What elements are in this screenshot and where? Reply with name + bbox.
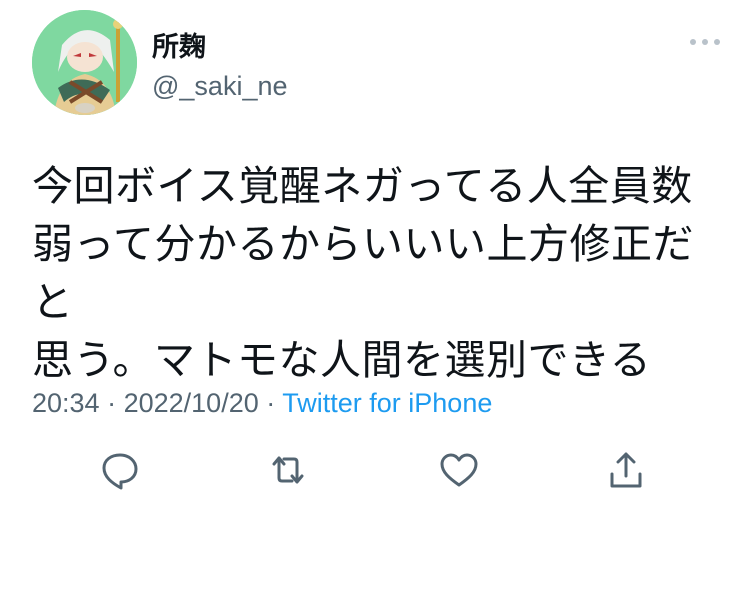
- reply-button[interactable]: [98, 448, 142, 492]
- tweet-time[interactable]: 20:34: [32, 388, 100, 418]
- more-options-icon[interactable]: [688, 34, 722, 50]
- action-bar: [0, 448, 750, 498]
- reply-icon: [102, 453, 138, 490]
- retweet-button[interactable]: [266, 448, 310, 492]
- tweet-metadata: 20:34 · 2022/10/20 · Twitter for iPhone: [32, 386, 492, 420]
- meta-separator: ·: [266, 388, 283, 418]
- display-name[interactable]: 所麹: [152, 32, 206, 64]
- tweet-header: 所麹 @_saki_ne: [32, 10, 722, 115]
- tweet-date[interactable]: 2022/10/20: [124, 388, 259, 418]
- tweet-text: 今回ボイス覚醒ネガってる人全員数 弱って分かるからいいい上方修正だと 思う。マト…: [32, 162, 694, 384]
- share-icon: [610, 452, 642, 488]
- tweet-card: 所麹 @_saki_ne 今回ボイス覚醒ネガってる人全員数 弱って分かるからいい…: [0, 0, 750, 592]
- avatar[interactable]: [32, 10, 137, 115]
- anime-character-avatar-icon: [32, 10, 137, 115]
- retweet-icon: [272, 456, 304, 484]
- user-handle[interactable]: @_saki_ne: [152, 70, 288, 102]
- share-button[interactable]: [604, 448, 648, 492]
- like-button[interactable]: [437, 448, 481, 492]
- heart-icon: [440, 453, 478, 487]
- tweet-source-link[interactable]: Twitter for iPhone: [282, 388, 492, 418]
- meta-separator: ·: [107, 388, 124, 418]
